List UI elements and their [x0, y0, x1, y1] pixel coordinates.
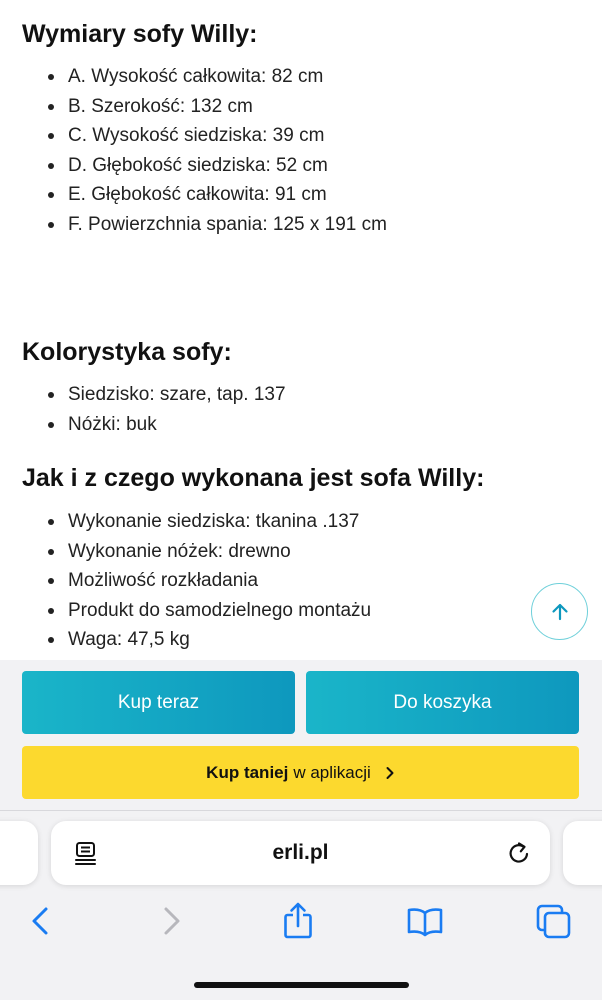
colors-heading: Kolorystyka sofy: [22, 338, 232, 366]
home-indicator [194, 982, 409, 988]
colors-list: Siedzisko: szare, tap. 137 Nóżki: buk [22, 380, 286, 439]
list-item: Nóżki: buk [22, 410, 286, 440]
list-item: Produkt do samodzielnego montażu [22, 596, 371, 626]
list-item: Waga: 47,5 kg [22, 625, 371, 655]
next-tab-pill[interactable] [563, 821, 602, 885]
list-item: Wykonanie nóżek: drewno [22, 537, 371, 567]
list-item: Siedzisko: szare, tap. 137 [22, 380, 286, 410]
scroll-to-top-button[interactable] [531, 583, 588, 640]
list-item: C. Wysokość siedziska: 39 cm [22, 121, 387, 151]
app-promo-button[interactable]: Kup taniej w aplikacji [22, 746, 579, 799]
forward-icon[interactable] [158, 901, 184, 946]
list-item: F. Powierzchnia spania: 125 x 191 cm [22, 210, 387, 240]
list-item: E. Głębokość całkowita: 91 cm [22, 180, 387, 210]
purchase-bar: Kup teraz Do koszyka Kup taniej w aplika… [0, 660, 602, 811]
previous-tab-pill[interactable] [0, 821, 38, 885]
tabs-icon[interactable] [535, 901, 573, 946]
materials-list: Wykonanie siedziska: tkanina .137 Wykona… [22, 507, 371, 655]
back-icon[interactable] [28, 901, 54, 946]
bookmarks-icon[interactable] [406, 901, 444, 946]
list-item: D. Głębokość siedziska: 52 cm [22, 151, 387, 181]
buy-now-button[interactable]: Kup teraz [22, 671, 295, 734]
chevron-right-icon [385, 766, 395, 780]
app-promo-text: w aplikacji [293, 762, 371, 782]
materials-heading: Jak i z czego wykonana jest sofa Willy: [22, 464, 485, 492]
arrow-up-icon [551, 603, 568, 620]
page-content: Wymiary sofy Willy: A. Wysokość całkowit… [0, 0, 602, 660]
add-to-cart-button[interactable]: Do koszyka [306, 671, 579, 734]
list-item: Wykonanie siedziska: tkanina .137 [22, 507, 371, 537]
url-text: erli.pl [272, 841, 329, 864]
browser-chrome: erli.pl [0, 811, 602, 1000]
list-item: B. Szerokość: 132 cm [22, 92, 387, 122]
share-icon[interactable] [281, 901, 315, 946]
dimensions-heading: Wymiary sofy Willy: [22, 20, 258, 48]
reload-icon[interactable] [506, 840, 532, 871]
list-item: Możliwość rozkładania [22, 566, 371, 596]
app-promo-bold: Kup taniej [206, 762, 289, 782]
dimensions-list: A. Wysokość całkowita: 82 cm B. Szerokoś… [22, 62, 387, 239]
list-item: A. Wysokość całkowita: 82 cm [22, 62, 387, 92]
address-bar[interactable]: erli.pl [51, 821, 550, 885]
